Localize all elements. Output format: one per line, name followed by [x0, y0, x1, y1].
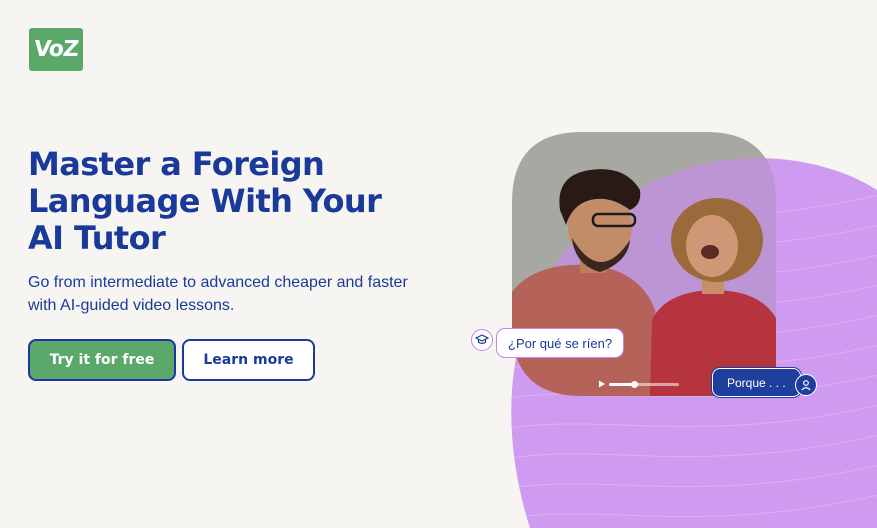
play-icon[interactable] — [597, 379, 607, 389]
user-answer-bubble: Porque . . . — [712, 368, 801, 397]
video-progress-knob[interactable] — [630, 381, 638, 388]
tutor-question-bubble: ¿Por qué se ríen? — [496, 328, 625, 358]
user-icon — [795, 374, 817, 396]
video-progress-fill — [609, 383, 634, 386]
video-progress-bar[interactable] — [609, 381, 679, 388]
woman-mouth — [701, 245, 719, 259]
graduation-cap-icon — [471, 329, 493, 351]
hero-illustration — [511, 132, 877, 528]
